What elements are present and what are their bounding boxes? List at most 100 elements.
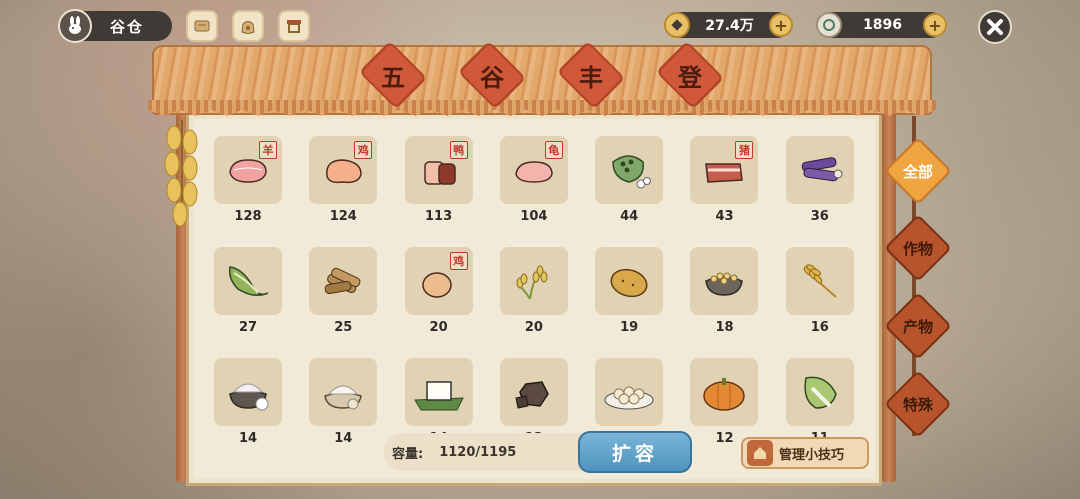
tab-all[interactable]: 全部 [887, 140, 949, 202]
banner-char-4: 登 [659, 53, 721, 97]
scroll-icon[interactable] [186, 10, 219, 42]
cabbage-icon [228, 266, 269, 296]
add-coins-button[interactable]: + [769, 13, 793, 37]
item-tile[interactable] [785, 136, 854, 204]
item-count: 19 [620, 320, 639, 335]
title-pill: 谷仓 [58, 9, 173, 43]
item-slot[interactable]: 11 [785, 358, 854, 446]
item-count: 14 [334, 431, 353, 446]
gem-counter: 1896 + [816, 12, 947, 38]
coin-counter: 27.4万 + [664, 12, 793, 38]
item-slot[interactable]: 44 [595, 136, 664, 224]
item-tile[interactable] [309, 247, 378, 315]
item-slot[interactable]: 鸡 20 [404, 247, 473, 335]
item-stamp: 鸭 [449, 141, 468, 159]
item-slot[interactable]: 12 [690, 358, 759, 446]
lotus-seed-icon [612, 155, 652, 189]
item-count: 20 [524, 320, 543, 335]
tab-special[interactable]: 特殊 [887, 373, 949, 435]
item-slot[interactable]: 14 [309, 358, 378, 446]
stall-icon[interactable] [278, 10, 311, 42]
wheat-icon [803, 264, 837, 298]
item-tile[interactable] [214, 358, 282, 426]
item-tile[interactable] [214, 247, 282, 315]
item-stamp: 猪 [735, 141, 754, 159]
item-tile[interactable]: 羊 [214, 136, 282, 204]
item-slot[interactable]: 19 [595, 247, 664, 335]
item-tile[interactable] [785, 358, 854, 426]
item-count: 43 [715, 209, 734, 224]
item-count: 113 [425, 209, 453, 224]
item-tile[interactable] [690, 247, 759, 315]
coin-amount: 27.4万 [705, 18, 754, 34]
item-slot[interactable]: 龟 104 [499, 136, 568, 224]
item-count: 12 [715, 431, 734, 446]
pumpkin-icon [703, 378, 746, 411]
item-tile[interactable]: 鸡 [404, 247, 473, 315]
banner-char-1: 五 [362, 53, 424, 97]
item-stamp: 鸡 [354, 141, 373, 159]
firewood-icon [324, 267, 361, 295]
item-tile[interactable] [595, 358, 664, 426]
item-tile[interactable] [785, 247, 854, 315]
item-count: 36 [810, 209, 829, 224]
rabbit-icon[interactable] [58, 9, 92, 43]
taro-icon [801, 157, 843, 182]
item-slot[interactable]: 18 [690, 247, 759, 335]
item-slot[interactable]: 20 [499, 247, 568, 335]
capacity-label: 容量: [392, 446, 424, 462]
add-gems-button[interactable]: + [923, 13, 947, 37]
item-count: 27 [238, 320, 258, 335]
rice-flour-icon [324, 385, 363, 410]
item-slot[interactable]: 16 [785, 247, 854, 335]
jade-coin-icon [816, 12, 842, 38]
item-slot[interactable]: 鸭 113 [404, 136, 473, 224]
flour-bowl-icon [229, 383, 269, 411]
item-count: 16 [810, 320, 829, 335]
millet-icon [516, 265, 548, 300]
item-stamp: 羊 [259, 141, 277, 159]
item-stamp: 鸡 [449, 252, 468, 270]
tab-products[interactable]: 产物 [887, 295, 949, 357]
management-tips-button[interactable]: 管理小技巧 [741, 437, 869, 469]
item-tile[interactable]: 鸡 [309, 136, 378, 204]
item-slot[interactable]: 27 [214, 247, 282, 335]
close-button[interactable] [978, 10, 1012, 44]
item-count: 14 [238, 431, 258, 446]
item-count: 128 [234, 209, 262, 224]
item-tile[interactable] [309, 358, 378, 426]
house-icon [747, 440, 773, 466]
item-tile[interactable]: 鸭 [404, 136, 473, 204]
gem-amount: 1896 [863, 17, 902, 33]
item-count: 18 [715, 320, 734, 335]
close-icon [987, 19, 1003, 35]
item-slot[interactable]: 36 [785, 136, 854, 224]
top-hud-left: 谷仓 [58, 9, 311, 43]
item-tile[interactable] [595, 136, 664, 204]
item-slot[interactable]: 14 [214, 358, 282, 446]
item-grid: 羊 128 鸡 124 鸭 113 龟 104 44 猪 43 36 27 25… [214, 136, 854, 446]
pouch-icon[interactable] [232, 10, 265, 42]
item-count: 124 [329, 209, 357, 224]
expand-capacity-button[interactable]: 扩容 [578, 431, 692, 473]
item-count: 20 [429, 320, 448, 335]
capacity-value: 1120/1195 [439, 444, 517, 460]
item-slot[interactable]: 羊 128 [214, 136, 282, 224]
item-tile[interactable] [404, 358, 473, 426]
item-tile[interactable] [499, 358, 568, 426]
page-title: 谷仓 [110, 17, 145, 36]
item-tile[interactable] [595, 247, 664, 315]
potato-icon [610, 268, 648, 298]
item-slot[interactable]: 鸡 124 [309, 136, 378, 224]
item-tile[interactable] [690, 358, 759, 426]
item-slot[interactable]: 25 [309, 247, 378, 335]
tab-crops[interactable]: 作物 [887, 217, 949, 279]
item-slot[interactable]: 猪 43 [690, 136, 759, 224]
item-count: 104 [520, 209, 548, 224]
item-tile[interactable] [499, 247, 568, 315]
hanging-corn-decoration [164, 120, 198, 227]
item-tile[interactable]: 猪 [690, 136, 759, 204]
item-tile[interactable]: 龟 [499, 136, 568, 204]
dumplings-plate-icon [604, 386, 654, 410]
item-count: 44 [620, 209, 639, 224]
